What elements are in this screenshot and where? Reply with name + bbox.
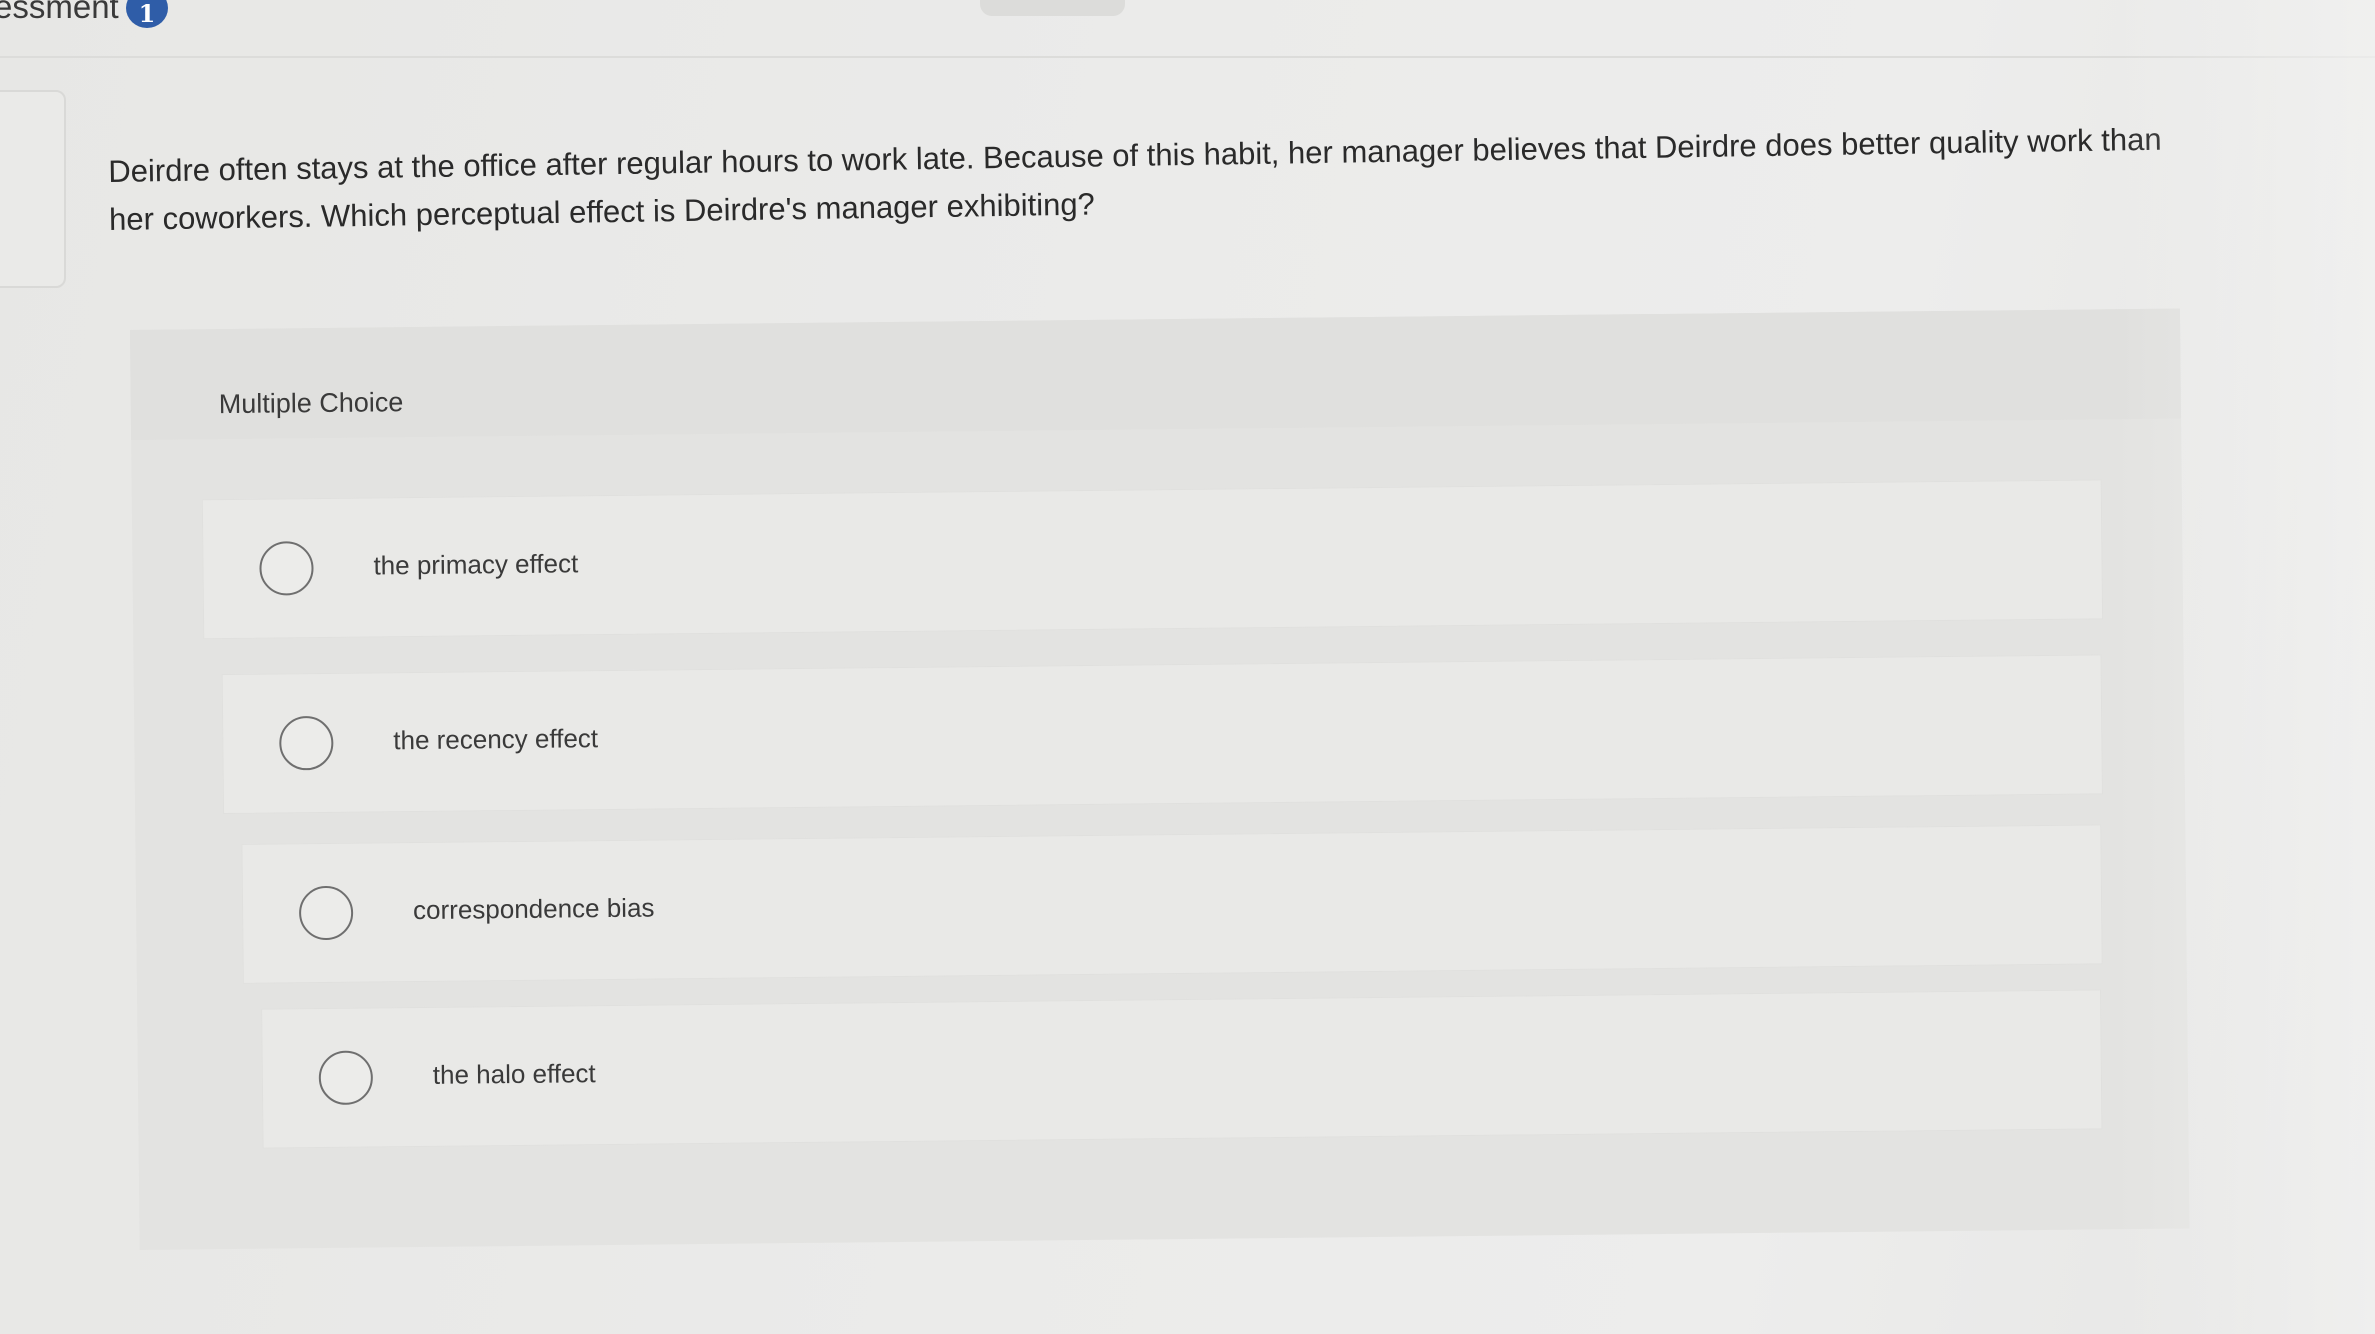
- info-badge-icon[interactable]: 1: [126, 0, 168, 28]
- answer-option-correspondence-bias[interactable]: correspondence bias: [241, 824, 2103, 984]
- answer-panel-header: Multiple Choice: [130, 308, 2182, 440]
- answer-option-halo-effect[interactable]: the halo effect: [261, 989, 2103, 1149]
- radio-button-icon[interactable]: [279, 715, 334, 771]
- question-prompt: Deirdre often stays at the office after …: [108, 121, 2162, 237]
- answer-option-primacy-effect[interactable]: the primacy effect: [201, 479, 2104, 640]
- radio-button-icon[interactable]: [298, 885, 354, 941]
- answer-option-label[interactable]: the primacy effect: [373, 548, 578, 581]
- assessment-header: essment 1: [0, 0, 2375, 58]
- top-tab-handle[interactable]: [980, 0, 1125, 16]
- assessment-title: essment: [0, 0, 119, 25]
- side-panel-edge: [0, 90, 66, 288]
- answer-option-label[interactable]: the halo effect: [433, 1058, 596, 1091]
- answer-option-label[interactable]: the recency effect: [393, 723, 598, 756]
- answer-option-recency-effect[interactable]: the recency effect: [221, 654, 2103, 815]
- answer-option-label[interactable]: correspondence bias: [413, 893, 655, 927]
- radio-button-icon[interactable]: [259, 541, 314, 596]
- answer-panel: Multiple Choice the primacy effect the r…: [130, 308, 2190, 1250]
- radio-button-icon[interactable]: [318, 1050, 374, 1106]
- question-type-label: Multiple Choice: [218, 387, 404, 420]
